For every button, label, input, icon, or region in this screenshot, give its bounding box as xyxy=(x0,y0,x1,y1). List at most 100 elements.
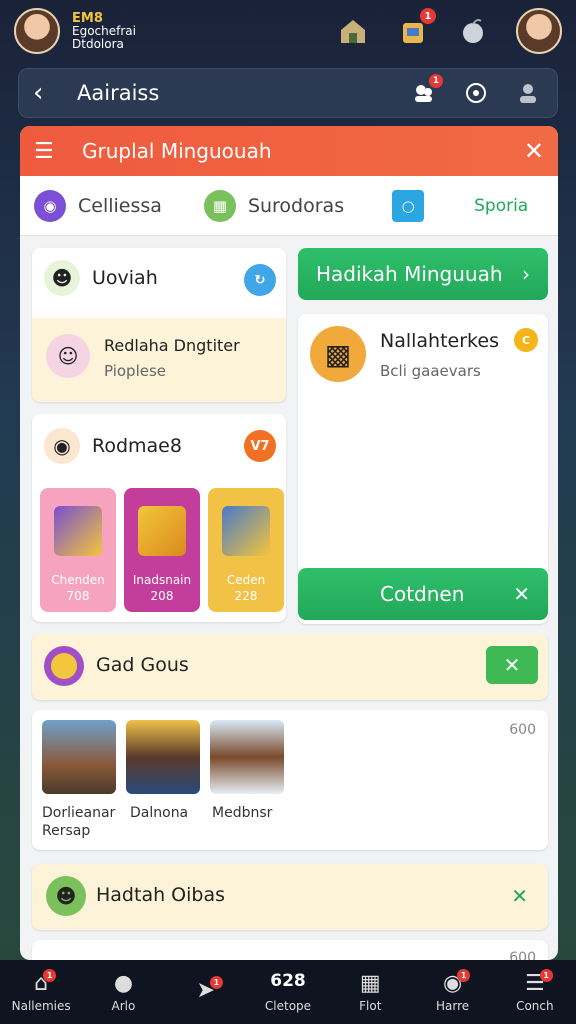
close-icon[interactable]: ✕ xyxy=(513,582,530,606)
rednaes-card: ◉ Rodmae8 V7 Chenden 708 Inadsnain 208 C… xyxy=(32,414,286,622)
hadtah-bar[interactable]: ☻ Hadtah Oibas ✕ xyxy=(32,864,548,930)
panel-header: ☰ Gruplal Minguouah ✕ xyxy=(20,126,558,176)
share-icon[interactable]: ↻ xyxy=(244,264,276,296)
gad-gous-bar[interactable]: Gad Gous ✕ xyxy=(32,634,548,700)
friends-icon[interactable]: 1 xyxy=(409,74,443,108)
bag-icon: ● xyxy=(113,971,134,996)
nav-label: Flot xyxy=(359,999,382,1013)
hamburger-menu-icon[interactable]: ☰ xyxy=(34,139,68,164)
level-badge: V7 xyxy=(244,430,276,462)
thumbnail-caption: Dalnona xyxy=(130,805,189,821)
character-icon: ☻ xyxy=(44,260,80,296)
nav-value: 628 xyxy=(270,971,306,991)
coin-icon: C xyxy=(514,328,538,352)
friend-avatar[interactable] xyxy=(516,8,562,54)
tab-celliessa[interactable]: ◉ Celliessa xyxy=(34,189,162,222)
tile-value: 708 xyxy=(66,589,90,604)
bottom-navigation: ⌂ 1 Nallemies ● Arlo ➤ 1 628 Cletope ▦ Flo… xyxy=(0,960,576,1024)
continue-button[interactable]: Cotdnen ✕ xyxy=(298,568,548,620)
top-status-bar: EM8 Egochefrai Dtdolora 1 xyxy=(0,0,576,62)
rocket-icon: ➤ 1 xyxy=(196,976,223,1006)
creature-icon: ☺ xyxy=(46,334,90,378)
button-label: Cotdnen xyxy=(380,582,465,606)
reward-tile[interactable]: Ceden 228 xyxy=(208,488,284,612)
nav-item-cletope[interactable]: 628 Cletope xyxy=(252,971,324,1013)
player-guild: Dtdolora xyxy=(72,36,124,51)
tile-value: 228 xyxy=(234,589,258,604)
house-icon[interactable] xyxy=(336,14,370,48)
player-info: EM8 Egochefrai Dtdolora xyxy=(72,10,136,51)
nav-item-flot[interactable]: ▦ Flot xyxy=(334,971,406,1013)
player-avatar[interactable] xyxy=(14,8,60,54)
treasure-chest-icon xyxy=(138,506,186,556)
nav-item-arlo[interactable]: ● Arlo xyxy=(87,971,159,1013)
nav-label: Arlo xyxy=(111,999,136,1013)
tab-label: Celliessa xyxy=(78,194,162,217)
chat-icon: ◉ 1 xyxy=(443,969,471,999)
nav-label: Cletope xyxy=(264,999,312,1013)
tile-name: Ceden xyxy=(226,573,266,587)
reward-tile[interactable]: Inadsnain 208 xyxy=(124,488,200,612)
close-icon[interactable]: ✕ xyxy=(524,137,544,165)
nav-label: Harre xyxy=(435,999,470,1013)
dismiss-button[interactable]: ✕ xyxy=(486,646,538,684)
sub-item[interactable]: ☺ Redlaha Dngtiter Pioplese xyxy=(32,318,286,402)
weekly-reward-button[interactable]: Hadikah Minguuah › xyxy=(298,248,548,300)
card-count: 600 xyxy=(509,950,536,960)
robot-icon: ▩ xyxy=(310,326,366,382)
gallery-thumbnail[interactable] xyxy=(126,720,200,794)
notification-badge: 1 xyxy=(420,8,436,24)
banana-icon xyxy=(222,506,270,556)
backpack-icon[interactable]: 1 xyxy=(396,8,436,48)
item-subtitle: Bcli gaaevars xyxy=(380,362,481,380)
weekly-group-panel: ☰ Gruplal Minguouah ✕ ◉ Celliessa ▦ Suro… xyxy=(20,126,558,960)
gallery-thumbnail[interactable] xyxy=(42,720,116,794)
tab-surodoras[interactable]: ▦ Surodoras xyxy=(203,189,345,222)
menu-icon: ☰ 1 xyxy=(525,969,553,999)
back-arrow-icon[interactable]: ‹ xyxy=(33,78,63,108)
bar-title: Gad Gous xyxy=(96,654,189,676)
character-badge-icon: ☻ xyxy=(46,876,86,916)
gallery-card: 600 Dorlieanar Rersap Dalnona Medbnsr xyxy=(32,710,548,850)
card-title: Rodmae8 xyxy=(92,435,182,457)
tab-label: Surodoras xyxy=(247,194,345,217)
chevron-right-icon: › xyxy=(522,262,530,286)
player-name: Egochefrai xyxy=(72,24,136,39)
navigation-bar: ‹ Aairaiss 1 xyxy=(18,68,558,118)
nav-label: Nallemies xyxy=(11,999,71,1013)
profile-icon[interactable] xyxy=(513,78,543,108)
gallery-thumbnail[interactable] xyxy=(210,720,284,794)
nav-label: Conch xyxy=(516,999,554,1013)
candy-icon xyxy=(54,506,102,556)
button-label: Hadikah Minguuah xyxy=(316,262,503,286)
board-icon: ▦ xyxy=(359,971,381,996)
cookie-icon: ◉ xyxy=(44,428,80,464)
target-icon[interactable] xyxy=(461,78,491,108)
card-title: Uoviah xyxy=(92,267,158,289)
nav-item-rocket[interactable]: ➤ 1 xyxy=(170,976,242,1006)
player-level: EM8 xyxy=(72,10,103,26)
next-card-peek: 600 xyxy=(32,940,548,960)
panel-tabs: ◉ Celliessa ▦ Surodoras ○ Sporia xyxy=(20,176,558,236)
fruit-icon[interactable] xyxy=(456,14,490,48)
monitor-icon: ○ xyxy=(392,189,425,222)
reward-tile[interactable]: Chenden 708 xyxy=(40,488,116,612)
tile-value: 208 xyxy=(150,589,174,604)
tab-sporia[interactable]: ○ Sporia xyxy=(392,189,529,222)
tile-name: Inadsnain xyxy=(132,573,192,587)
tile-name: Chenden xyxy=(51,573,105,587)
daviah-card[interactable]: ☻ Uoviah ↻ ☺ Redlaha Dngtiter Pioplese xyxy=(32,248,286,402)
home-icon: ⌂ 1 xyxy=(34,969,57,999)
nav-item-home[interactable]: ⌂ 1 Nallemies xyxy=(5,969,77,1013)
thumbnail-caption: Dorlieanar Rersap xyxy=(42,805,116,840)
tab-label: Sporia xyxy=(474,195,529,216)
controller-icon: ◉ xyxy=(34,189,66,222)
notification-badge: 1 xyxy=(429,74,443,88)
close-icon[interactable]: ✕ xyxy=(511,884,528,908)
medal-icon xyxy=(44,646,84,686)
nav-item-harre[interactable]: ◉ 1 Harre xyxy=(417,969,489,1013)
gallery-count: 600 xyxy=(509,722,536,738)
nav-item-conch[interactable]: ☰ 1 Conch xyxy=(499,969,571,1013)
item-title: Nallahterkes xyxy=(380,330,499,352)
page-title: Aairaiss xyxy=(77,81,160,105)
